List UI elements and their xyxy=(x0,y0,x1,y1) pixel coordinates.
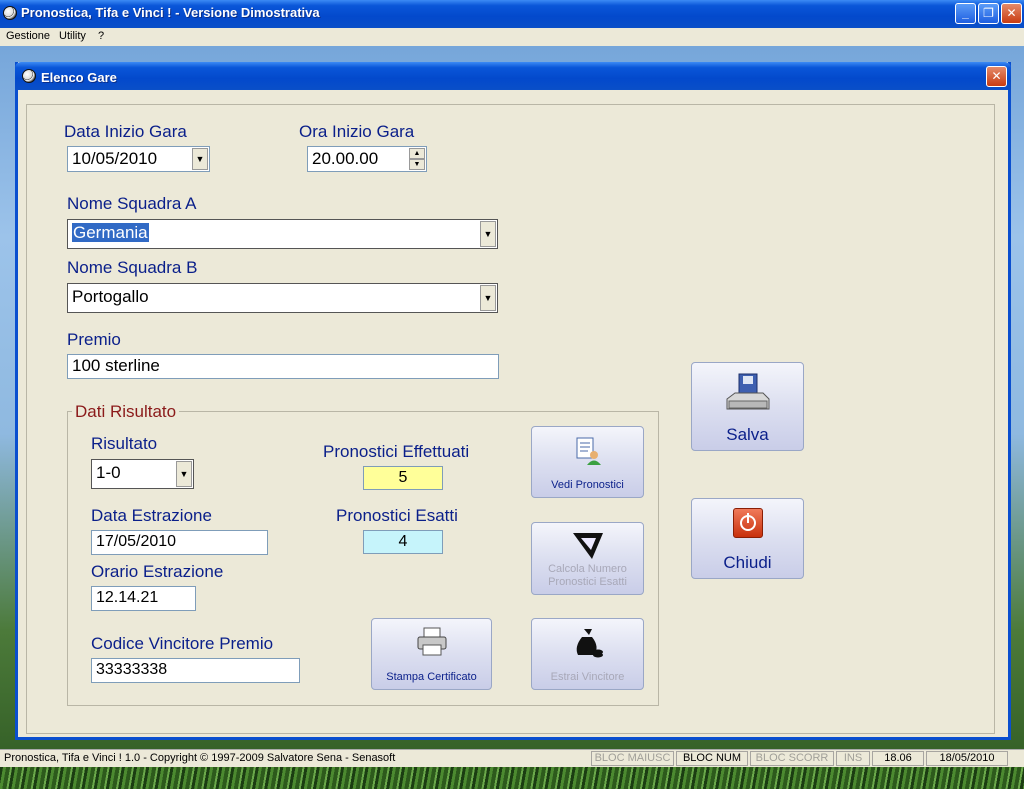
printer-icon xyxy=(417,627,447,656)
vedi-pronostici-label: Vedi Pronostici xyxy=(551,479,624,491)
squadra-b-select[interactable]: Portogallo xyxy=(67,283,498,313)
squadra-a-selected: Germania xyxy=(72,223,149,242)
estrai-vincitore-button[interactable]: Estrai Vincitore xyxy=(531,618,644,690)
status-insert: INS xyxy=(836,751,870,766)
ora-inizio-label: Ora Inizio Gara xyxy=(299,122,415,141)
status-num-lock: BLOC NUM xyxy=(676,751,748,766)
desktop-wallpaper xyxy=(0,767,1024,789)
orario-estrazione-input[interactable]: 12.14.21 xyxy=(91,586,196,611)
premio-input[interactable]: 100 sterline xyxy=(67,354,499,379)
codice-vincitore-input[interactable]: 33333338 xyxy=(91,658,300,683)
restore-button[interactable]: ❐ xyxy=(978,3,999,24)
data-inizio-label: Data Inizio Gara xyxy=(64,122,187,141)
status-scroll-lock: BLOC SCORR xyxy=(750,751,834,766)
stampa-certificato-button[interactable]: Stampa Certificato xyxy=(371,618,492,690)
squadra-a-select[interactable]: Germania xyxy=(67,219,498,249)
document-user-icon xyxy=(576,437,601,465)
set-square-icon xyxy=(573,533,603,559)
orario-estrazione-label: Orario Estrazione xyxy=(91,562,224,581)
soccer-ball-icon xyxy=(22,69,36,83)
minimize-icon: _ xyxy=(962,6,969,20)
codice-vincitore-label: Codice Vincitore Premio xyxy=(91,634,274,653)
spin-down-icon[interactable]: ▼ xyxy=(409,159,425,170)
power-icon xyxy=(733,508,763,538)
data-estrazione-input[interactable]: 17/05/2010 xyxy=(91,530,268,555)
minimize-button[interactable]: _ xyxy=(955,3,976,24)
vedi-pronostici-button[interactable]: Vedi Pronostici xyxy=(531,426,644,498)
premio-label: Premio xyxy=(67,330,121,349)
chevron-down-icon[interactable]: ▼ xyxy=(176,461,192,487)
data-inizio-picker[interactable]: 10/05/2010 xyxy=(67,146,210,172)
status-copyright: Pronostica, Tifa e Vinci ! 1.0 - Copyrig… xyxy=(4,752,396,764)
pronostici-esatti-label: Pronostici Esatti xyxy=(336,506,458,525)
chevron-down-icon[interactable]: ▼ xyxy=(480,221,496,247)
pronostici-effettuati-label: Pronostici Effettuati xyxy=(323,442,470,461)
window-close-button[interactable]: ✕ xyxy=(986,66,1007,87)
menu-gestione[interactable]: Gestione xyxy=(6,30,50,42)
pronostici-effettuati-value: 5 xyxy=(363,466,443,490)
app-title: Pronostica, Tifa e Vinci ! - Versione Di… xyxy=(21,5,320,20)
risultato-label: Risultato xyxy=(91,434,158,453)
chevron-down-icon[interactable]: ▼ xyxy=(192,148,208,170)
close-icon: ✕ xyxy=(1006,6,1017,20)
pronostici-esatti-value: 4 xyxy=(363,530,443,554)
window-title: Elenco Gare xyxy=(41,70,117,85)
calcola-label-line2: Pronostici Esatti xyxy=(548,576,627,588)
spin-up-icon[interactable]: ▲ xyxy=(409,148,425,159)
restore-icon: ❐ xyxy=(983,6,994,20)
status-caps-lock: BLOC MAIUSC xyxy=(591,751,674,766)
squadra-b-label: Nome Squadra B xyxy=(67,258,198,277)
data-estrazione-label: Data Estrazione xyxy=(91,506,212,525)
dati-risultato-title: Dati Risultato xyxy=(72,402,180,422)
calcola-pronostici-button[interactable]: Calcola Numero Pronostici Esatti xyxy=(531,522,644,595)
status-date: 18/05/2010 xyxy=(926,751,1008,766)
menu-help[interactable]: ? xyxy=(98,30,104,42)
chiudi-button[interactable]: Chiudi xyxy=(691,498,804,579)
close-icon: ✕ xyxy=(991,69,1002,83)
menu-utility[interactable]: Utility xyxy=(59,30,86,42)
chevron-down-icon[interactable]: ▼ xyxy=(480,285,496,311)
salva-button[interactable]: Salva xyxy=(691,362,804,451)
app-close-button[interactable]: ✕ xyxy=(1001,3,1022,24)
money-bag-icon xyxy=(576,629,603,658)
stampa-certificato-label: Stampa Certificato xyxy=(386,671,477,683)
child-titlebar[interactable] xyxy=(15,62,1011,90)
menubar xyxy=(0,28,1024,46)
chiudi-label: Chiudi xyxy=(723,553,772,572)
soccer-ball-icon xyxy=(3,6,17,20)
salva-label: Salva xyxy=(726,425,769,444)
calcola-label-line1: Calcola Numero xyxy=(548,563,627,575)
status-time: 18.06 xyxy=(872,751,924,766)
estrai-vincitore-label: Estrai Vincitore xyxy=(550,671,625,683)
save-disk-icon xyxy=(726,373,770,410)
squadra-a-label: Nome Squadra A xyxy=(67,194,197,213)
